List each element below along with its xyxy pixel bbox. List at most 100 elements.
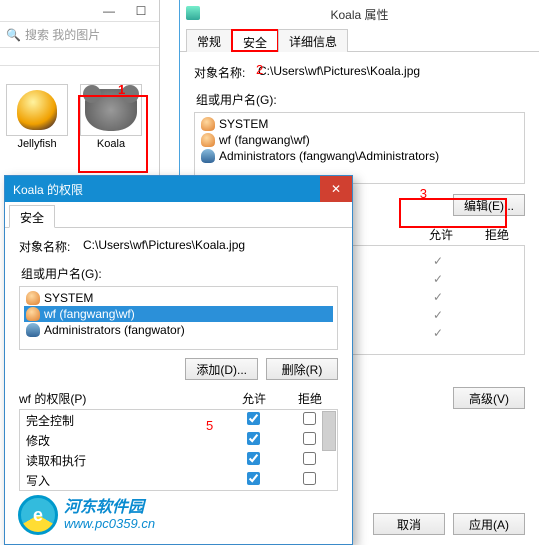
object-name-label: 对象名称:	[19, 238, 83, 255]
properties-titlebar: Koala 属性	[180, 0, 539, 28]
search-input[interactable]: 🔍 搜索 我的图片	[0, 22, 159, 48]
group-name: SYSTEM	[44, 291, 93, 305]
thumbnail-label: Koala	[97, 138, 125, 150]
tab-security[interactable]: 安全	[231, 29, 279, 52]
perm-name: 读取和执行	[20, 452, 225, 469]
groups-label: 组或用户名(G):	[196, 91, 525, 108]
maximize-button[interactable]: ☐	[129, 2, 153, 20]
permissions-header: wf 的权限(P) 允许 拒绝	[19, 390, 338, 407]
perm-user-label: wf 的权限(P)	[19, 390, 226, 407]
group-icon	[201, 149, 215, 163]
perm-row-modify: 修改	[20, 430, 337, 450]
close-button[interactable]: ✕	[320, 176, 352, 202]
user-icon	[201, 133, 215, 147]
permissions-titlebar: Koala 的权限 ✕	[5, 176, 352, 202]
group-row-wf[interactable]: wf (fangwang\wf)	[199, 132, 520, 148]
deny-checkbox[interactable]	[303, 452, 316, 465]
group-row-admins[interactable]: Administrators (fangwang\Administrators)	[199, 148, 520, 164]
minimize-button[interactable]: —	[97, 2, 121, 20]
deny-col-header: 拒绝	[282, 390, 338, 407]
edit-button[interactable]: 编辑(E)...	[453, 194, 525, 216]
perm-name: 修改	[20, 432, 225, 449]
group-name: Administrators (fangwator)	[44, 323, 185, 337]
permissions-dialog: Koala 的权限 ✕ 安全 对象名称: C:\Users\wf\Picture…	[4, 175, 353, 545]
check-icon: ✓	[410, 254, 466, 268]
thumbnail-jellyfish[interactable]: Jellyfish	[6, 84, 68, 150]
annotation-3: 3	[420, 186, 427, 201]
close-icon: ✕	[331, 182, 341, 196]
perm-name: 完全控制	[20, 412, 225, 429]
groups-label: 组或用户名(G):	[21, 265, 338, 282]
permissions-table: 完全控制 修改 读取和执行 写入	[19, 409, 338, 491]
tab-security[interactable]: 安全	[9, 205, 55, 228]
explorer-titlebar: — ☐	[0, 0, 159, 22]
window-icon	[186, 6, 200, 20]
allow-checkbox[interactable]	[247, 452, 260, 465]
groups-listbox[interactable]: SYSTEM wf (fangwang\wf) Administrators (…	[19, 286, 338, 350]
add-remove-row: 添加(D)... 删除(R)	[19, 358, 338, 380]
perm-name: 写入	[20, 472, 225, 489]
tab-strip: 安全	[5, 204, 352, 228]
user-icon	[201, 117, 215, 131]
watermark-logo: e	[18, 495, 58, 535]
group-name: wf (fangwang\wf)	[44, 307, 135, 321]
search-placeholder: 搜索 我的图片	[25, 26, 100, 43]
object-name-row: 对象名称: C:\Users\wf\Pictures\Koala.jpg	[19, 238, 338, 255]
deny-checkbox[interactable]	[303, 432, 316, 445]
group-name: SYSTEM	[219, 117, 268, 131]
check-icon: ✓	[410, 290, 466, 304]
allow-checkbox[interactable]	[247, 412, 260, 425]
object-name-value: C:\Users\wf\Pictures\Koala.jpg	[83, 238, 245, 255]
group-name: wf (fangwang\wf)	[219, 133, 310, 147]
group-row-system[interactable]: SYSTEM	[199, 116, 520, 132]
toolbar-row	[0, 48, 159, 66]
object-name-value: C:\Users\wf\Pictures\Koala.jpg	[258, 64, 420, 81]
watermark-line1: 河东软件园	[64, 499, 155, 517]
koala-image	[80, 84, 142, 136]
search-icon: 🔍	[6, 28, 21, 42]
allow-col-header: 允许	[226, 390, 282, 407]
tab-details[interactable]: 详细信息	[278, 29, 348, 52]
allow-checkbox[interactable]	[247, 472, 260, 485]
cancel-button[interactable]: 取消	[373, 513, 445, 535]
apply-button[interactable]: 应用(A)	[453, 513, 525, 535]
annotation-5: 5	[206, 418, 213, 433]
advanced-button[interactable]: 高级(V)	[453, 387, 525, 409]
thumbnail-label: Jellyfish	[17, 138, 56, 150]
deny-checkbox[interactable]	[303, 472, 316, 485]
scrollbar-thumb[interactable]	[322, 411, 336, 451]
perm-row-readexec: 读取和执行	[20, 450, 337, 470]
watermark: e 河东软件园 www.pc0359.cn	[18, 495, 155, 535]
groups-listbox[interactable]: SYSTEM wf (fangwang\wf) Administrators (…	[194, 112, 525, 184]
properties-bottom-buttons: 取消 应用(A)	[373, 513, 525, 535]
add-button[interactable]: 添加(D)...	[185, 358, 258, 380]
user-icon	[26, 291, 40, 305]
group-row-wf[interactable]: wf (fangwang\wf)	[24, 306, 333, 322]
group-row-admins[interactable]: Administrators (fangwator)	[24, 322, 333, 338]
object-name-label: 对象名称:	[194, 64, 258, 81]
group-icon	[26, 323, 40, 337]
allow-col-header: 允许	[413, 226, 469, 243]
deny-col-header: 拒绝	[469, 226, 525, 243]
deny-checkbox[interactable]	[303, 412, 316, 425]
jellyfish-image	[6, 84, 68, 136]
explorer-window: — ☐ 🔍 搜索 我的图片 Jellyfish Koala	[0, 0, 160, 200]
group-row-system[interactable]: SYSTEM	[24, 290, 333, 306]
remove-button[interactable]: 删除(R)	[266, 358, 338, 380]
tab-general[interactable]: 常规	[186, 29, 232, 52]
group-name: Administrators (fangwang\Administrators)	[219, 149, 439, 163]
permissions-content: 对象名称: C:\Users\wf\Pictures\Koala.jpg 组或用…	[5, 228, 352, 501]
watermark-line2: www.pc0359.cn	[64, 517, 155, 531]
object-name-row: 对象名称: C:\Users\wf\Pictures\Koala.jpg	[194, 64, 525, 81]
user-icon	[26, 307, 40, 321]
permissions-title: Koala 的权限	[13, 181, 83, 198]
check-icon: ✓	[410, 326, 466, 340]
watermark-text: 河东软件园 www.pc0359.cn	[64, 499, 155, 531]
check-icon: ✓	[410, 308, 466, 322]
tab-strip: 常规 安全 详细信息	[180, 28, 539, 52]
thumbnail-koala[interactable]: Koala	[80, 84, 142, 150]
perm-row-fullcontrol: 完全控制	[20, 410, 337, 430]
allow-checkbox[interactable]	[247, 432, 260, 445]
annotation-1: 1	[118, 82, 125, 97]
thumbnail-grid: Jellyfish Koala	[0, 66, 159, 154]
